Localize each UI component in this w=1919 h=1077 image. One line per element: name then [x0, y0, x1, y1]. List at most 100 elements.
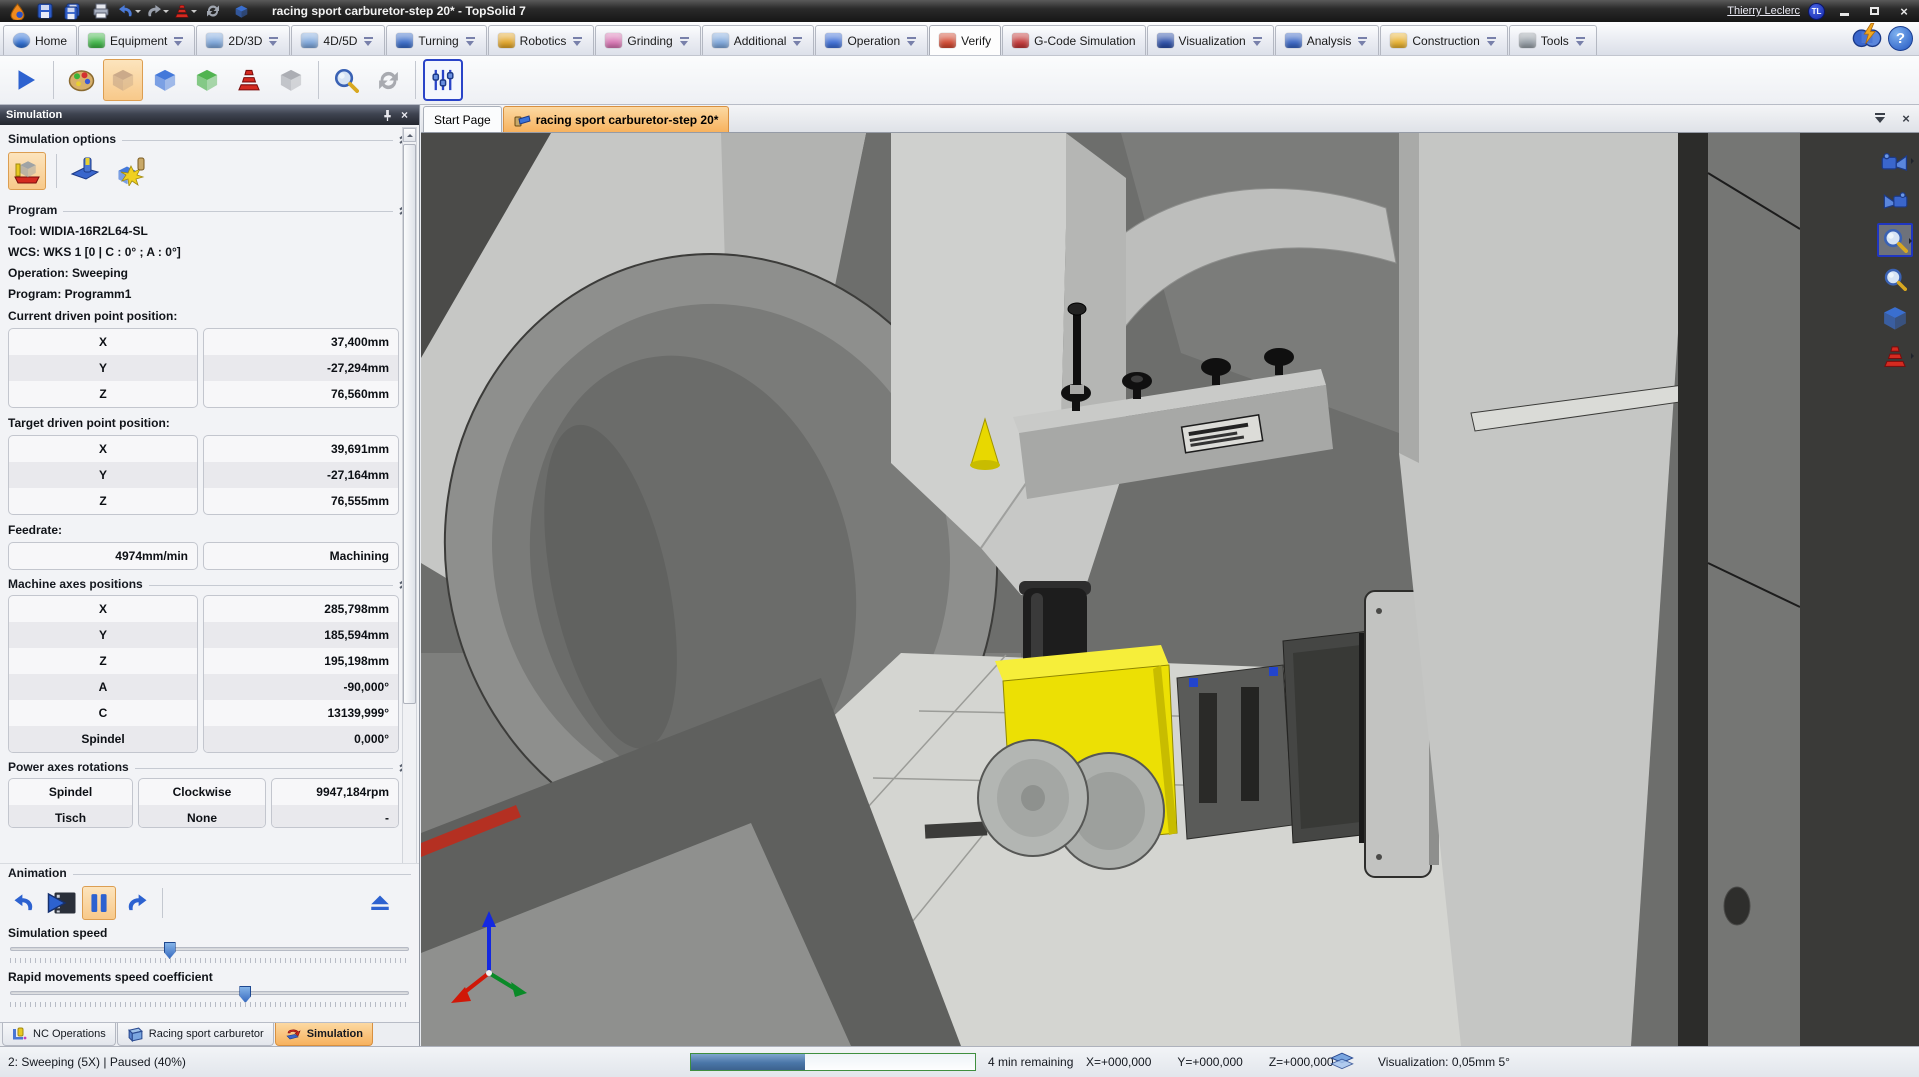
examine-zoom-button[interactable] [326, 59, 366, 101]
color-palette-button[interactable] [61, 59, 101, 101]
pause-button[interactable] [82, 886, 116, 920]
tab-list-icon[interactable] [1871, 110, 1889, 126]
chevron-down-icon[interactable] [172, 35, 185, 47]
graphics-viewport[interactable]: Start Page racing sport carburetor-step … [421, 105, 1919, 1046]
ribbon-tab-4d5d[interactable]: 4D/5D [291, 25, 385, 55]
ribbon-tab-2d3d[interactable]: 2D/3D [196, 25, 290, 55]
chevron-down-icon[interactable] [1251, 35, 1264, 47]
simulation-speed-slider[interactable] [10, 942, 409, 964]
chevron-icon[interactable] [1911, 158, 1917, 164]
section-view-icon[interactable] [1877, 301, 1913, 335]
eject-button[interactable] [363, 886, 397, 920]
camera-icon[interactable] [1877, 184, 1913, 218]
ribbon-tab-verify[interactable]: Verify [929, 25, 1001, 55]
axis-label-cell: Y [9, 355, 197, 381]
tab-racing-sport-carburetor-document[interactable]: racing sport carburetor-step 20* [503, 106, 730, 132]
undo-icon[interactable] [116, 2, 142, 21]
tab-nc-operations[interactable]: NC Operations [2, 1023, 116, 1046]
user-avatar[interactable]: TL [1808, 3, 1825, 20]
save-all-icon[interactable] [60, 2, 86, 21]
stock-state-icon[interactable] [172, 2, 198, 21]
axis-value-cell: 0,000° [204, 726, 398, 752]
ribbon-tab-label: 4D/5D [323, 34, 357, 48]
stock-levels-button[interactable] [229, 59, 269, 101]
minimize-button[interactable] [1833, 3, 1855, 19]
ribbon-tab-tools[interactable]: Tools [1509, 25, 1597, 55]
user-account-link[interactable]: Thierry Leclerc [1727, 5, 1800, 17]
ribbon-tab-visualization[interactable]: Visualization [1147, 25, 1274, 55]
chevron-icon[interactable] [1909, 238, 1915, 244]
close-button[interactable]: × [1893, 3, 1915, 19]
step-forward-button[interactable] [119, 886, 153, 920]
ribbon-tab-home[interactable]: Home [3, 25, 77, 55]
chevron-icon[interactable] [1911, 353, 1917, 359]
chevron-down-icon[interactable] [267, 35, 280, 47]
machine-3d-scene[interactable] [421, 133, 1919, 1046]
layers-icon[interactable] [1330, 1052, 1354, 1074]
ribbon-tab-additional[interactable]: Additional [702, 25, 815, 55]
chevron-down-icon[interactable] [1574, 35, 1587, 47]
chevron-down-icon[interactable] [1356, 35, 1369, 47]
workpiece-view-button[interactable] [145, 59, 185, 101]
refresh-icon[interactable] [200, 2, 226, 21]
tool-path-simulation-button[interactable] [67, 152, 105, 190]
game-controller-icon[interactable] [1852, 23, 1882, 53]
panel-header[interactable]: Simulation × [0, 105, 419, 125]
refresh-simulation-button[interactable] [368, 59, 408, 101]
chevron-down-icon[interactable] [464, 35, 477, 47]
tab-racing-sport-carburetor[interactable]: Racing sport carburetor [117, 1023, 274, 1046]
restore-button[interactable] [1863, 3, 1885, 19]
panel-scrollbar[interactable] [402, 127, 417, 965]
scrollbar-thumb[interactable] [403, 144, 416, 704]
ribbon-tab-robotics[interactable]: Robotics [488, 25, 595, 55]
print-icon[interactable] [88, 2, 114, 21]
tab-start-page[interactable]: Start Page [423, 106, 502, 132]
slider-thumb[interactable] [239, 986, 251, 1003]
simulation-parameters-button[interactable] [423, 59, 463, 101]
rapid-speed-slider[interactable] [10, 986, 409, 1008]
chevron-down-icon[interactable] [791, 35, 804, 47]
chevron-down-icon[interactable] [678, 35, 691, 47]
ribbon-tab-gcode-simulation[interactable]: G-Code Simulation [1002, 25, 1145, 55]
stock-view-button[interactable] [187, 59, 227, 101]
export-icon[interactable] [228, 2, 254, 21]
close-panel-icon[interactable]: × [396, 108, 413, 123]
play-simulation-button[interactable] [6, 59, 46, 101]
save-icon[interactable] [32, 2, 58, 21]
scroll-up-icon[interactable] [403, 128, 416, 142]
help-icon[interactable]: ? [1888, 26, 1913, 51]
slider-track[interactable] [10, 947, 409, 951]
stock-levels-icon[interactable] [1877, 340, 1913, 374]
play-button[interactable] [45, 886, 79, 920]
axis-label-cell: A [9, 674, 197, 700]
current-position-caption: Current driven point position: [0, 305, 419, 326]
redo-icon[interactable] [144, 2, 170, 21]
coord-x: X=+000,000 [1086, 1055, 1151, 1069]
close-document-icon[interactable]: × [1897, 110, 1915, 126]
ribbon-tab-operation[interactable]: Operation [815, 25, 928, 55]
tab-simulation[interactable]: Simulation [275, 1023, 373, 1046]
restart-button[interactable] [8, 886, 42, 920]
chevron-down-icon[interactable] [362, 35, 375, 47]
ribbon-tab-equipment[interactable]: Equipment [78, 25, 195, 55]
pin-icon[interactable] [379, 108, 396, 123]
chevron-down-icon[interactable] [905, 35, 918, 47]
ribbon-tab-turning[interactable]: Turning [386, 25, 486, 55]
ribbon-tab-analysis[interactable]: Analysis [1275, 25, 1380, 55]
analysis-icon [1285, 33, 1302, 48]
chevron-down-icon[interactable] [1485, 35, 1498, 47]
textured-view-button[interactable] [103, 59, 143, 101]
simulation-icon [285, 1027, 302, 1042]
ribbon-tab-construction[interactable]: Construction [1380, 25, 1507, 55]
slider-track[interactable] [10, 991, 409, 995]
collision-check-button[interactable] [271, 59, 311, 101]
zoom-icon[interactable] [1877, 262, 1913, 296]
view-direction-icon[interactable] [1877, 145, 1913, 179]
collision-simulation-button[interactable] [111, 152, 149, 190]
chevron-down-icon[interactable] [571, 35, 584, 47]
slider-thumb[interactable] [164, 942, 176, 959]
ribbon-tab-grinding[interactable]: Grinding [595, 25, 700, 55]
window-title: racing sport carburetor-step 20* - TopSo… [272, 4, 526, 18]
zoom-window-icon[interactable] [1877, 223, 1913, 257]
machining-simulation-button[interactable] [8, 152, 46, 190]
